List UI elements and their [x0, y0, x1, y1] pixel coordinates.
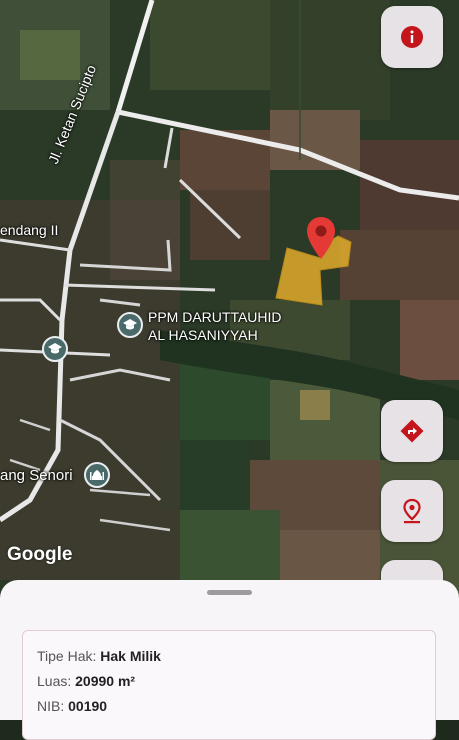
poi-label-ppm-line2: AL HASANIYYAH — [148, 327, 258, 343]
mosque-icon — [90, 470, 104, 480]
location-pin-icon — [403, 498, 421, 524]
luas-row: Luas: 20990 m² — [37, 673, 135, 689]
road-label-endang: endang II — [0, 222, 59, 238]
info-icon — [401, 26, 423, 48]
info-button[interactable] — [381, 6, 443, 68]
tipe-hak-value: Hak Milik — [100, 648, 161, 664]
map-marker-icon[interactable] — [306, 216, 336, 260]
parcel-info-card: Tipe Hak: Hak Milik Luas: 20990 m² NIB: … — [22, 630, 436, 740]
poi-label-ppm-line1: PPM DARUTTAUHID — [148, 309, 282, 325]
poi-label-senori: ang Senori — [0, 467, 73, 484]
tipe-hak-label: Tipe Hak: — [37, 648, 97, 664]
directions-icon — [400, 419, 424, 443]
luas-label: Luas: — [37, 673, 72, 689]
luas-value: 20990 m² — [75, 673, 136, 689]
graduation-cap-icon — [48, 343, 62, 354]
nib-row: NIB: 00190 — [37, 698, 107, 714]
locate-button[interactable] — [381, 480, 443, 542]
parcel-details-sheet[interactable]: Tipe Hak: Hak Milik Luas: 20990 m² NIB: … — [0, 580, 459, 740]
graduation-cap-icon — [123, 319, 137, 330]
school-poi-icon[interactable] — [42, 336, 68, 362]
drag-handle[interactable] — [207, 590, 252, 595]
tipe-hak-row: Tipe Hak: Hak Milik — [37, 648, 161, 664]
mosque-poi-icon[interactable] — [117, 312, 143, 338]
nib-label: NIB: — [37, 698, 65, 714]
google-attribution: Google — [7, 544, 73, 565]
mosque-poi-icon-senori[interactable] — [84, 462, 110, 488]
directions-button[interactable] — [381, 400, 443, 462]
nib-value: 00190 — [68, 698, 108, 714]
